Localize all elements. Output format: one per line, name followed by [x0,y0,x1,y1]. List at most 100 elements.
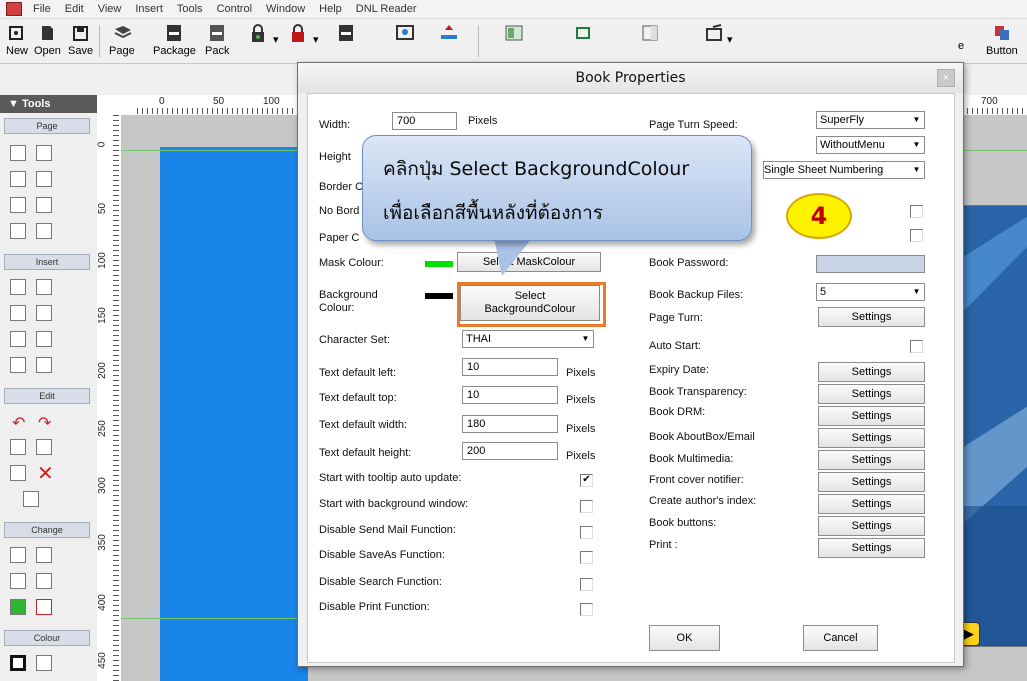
close-icon[interactable]: × [937,69,955,87]
book-multimedia-settings-button[interactable]: Settings [818,450,925,470]
menu-dnl-reader[interactable]: DNL Reader [349,3,424,15]
tooltip-update-checkbox[interactable]: ✔ [580,474,593,487]
pointer-icon[interactable] [10,465,26,481]
front-cover-settings-button[interactable]: Settings [818,472,925,492]
cancel-button[interactable]: Cancel [803,625,878,651]
auto-start-checkbox[interactable] [910,340,923,353]
table-icon[interactable] [36,331,52,347]
text-link-icon[interactable] [36,357,52,373]
page-turn-speed-select[interactable]: SuperFly ▼ [816,111,925,129]
background-window-checkbox[interactable] [580,500,593,513]
pack-button[interactable]: Pack [205,21,229,57]
option-checkbox-2[interactable] [910,229,923,242]
upload-button[interactable] [438,21,458,45]
pages-icon[interactable] [36,223,52,239]
page-turn-settings-button[interactable]: Settings [818,307,925,327]
package-button[interactable]: Package [153,21,196,57]
border-colour-icon[interactable] [10,655,26,671]
section-edit[interactable]: Edit [4,388,90,404]
redo-icon[interactable]: ↷ [38,413,51,433]
fill-green-icon[interactable] [10,599,26,615]
text-tool-icon[interactable] [36,305,52,321]
menu-mode-select[interactable]: WithoutMenu ▼ [816,136,925,154]
character-set-select[interactable]: THAI ▼ [462,330,594,348]
undo-icon[interactable]: ↶ [12,413,25,433]
layers-icon[interactable] [23,491,39,507]
import-icon[interactable] [10,223,26,239]
save-button[interactable]: Save [68,21,93,57]
zoom-out-icon[interactable] [36,145,52,161]
image-button[interactable] [394,21,414,45]
book-transparency-settings-button[interactable]: Settings [818,384,925,404]
menu-edit[interactable]: Edit [58,3,91,15]
text-height-input[interactable]: 200 [462,442,558,460]
stretch-icon[interactable] [36,547,52,563]
edit-doc-dropdown[interactable]: ▾ [727,33,733,46]
copy-page-icon[interactable] [36,171,52,187]
menu-insert[interactable]: Insert [128,3,170,15]
book-package-button[interactable] [336,21,356,45]
e-button[interactable]: e [958,40,964,52]
text-width-input[interactable]: 180 [462,415,558,433]
rectangle-icon[interactable] [10,279,26,295]
lock-dropdown-1[interactable]: ▾ [273,33,279,46]
hotspot-icon[interactable] [10,357,26,373]
menu-tools[interactable]: Tools [170,3,210,15]
undo-page-icon[interactable] [10,197,26,213]
new-button[interactable]: New [6,21,28,57]
tools-panel-title[interactable]: ▼ Tools [0,95,97,113]
disable-saveas-checkbox[interactable] [580,551,593,564]
insert-image-icon[interactable] [36,279,52,295]
disable-send-mail-checkbox[interactable] [580,526,593,539]
book-drm-settings-button[interactable]: Settings [818,406,925,426]
resize-icon[interactable] [10,547,26,563]
text-top-input[interactable]: 10 [462,386,558,404]
align-top-icon[interactable] [36,573,52,589]
layout-button[interactable] [504,21,524,45]
menu-control[interactable]: Control [210,3,259,15]
book-buttons-settings-button[interactable]: Settings [818,516,925,536]
open-button[interactable]: Open [34,21,61,57]
book-backup-select[interactable]: 5 ▼ [816,283,925,301]
option-checkbox-1[interactable] [910,205,923,218]
disable-search-checkbox[interactable] [580,578,593,591]
move-icon[interactable] [36,599,52,615]
print-settings-button[interactable]: Settings [818,538,925,558]
edit-doc-button[interactable] [704,21,724,45]
button-button[interactable]: Button [986,21,1018,57]
next-icon[interactable] [10,171,26,187]
refresh-button[interactable] [573,21,593,45]
text-box-icon[interactable] [10,305,26,321]
section-page[interactable]: Page [4,118,90,134]
distribute-icon[interactable] [10,573,26,589]
pattern-icon[interactable] [36,655,52,671]
expiry-date-settings-button[interactable]: Settings [818,362,925,382]
text-left-input[interactable]: 10 [462,358,558,376]
lock-green-button[interactable] [248,21,268,45]
page-button[interactable]: Page [109,21,135,57]
menu-file[interactable]: File [26,3,58,15]
book-aboutbox-settings-button[interactable]: Settings [818,428,925,448]
paste-icon[interactable] [36,439,52,455]
lock-dropdown-2[interactable]: ▾ [313,33,319,46]
menu-window[interactable]: Window [259,3,312,15]
lock-red-button[interactable] [288,21,308,45]
ok-button[interactable]: OK [649,625,720,651]
menu-view[interactable]: View [91,3,129,15]
panel-button[interactable] [640,21,660,45]
author-index-settings-button[interactable]: Settings [818,494,925,514]
book-page-preview[interactable] [160,147,308,681]
menu-help[interactable]: Help [312,3,349,15]
delete-icon[interactable]: ✕ [37,461,54,486]
align-icon[interactable] [10,331,26,347]
page-numbering-select[interactable]: Single Sheet Numbering ▼ [763,161,925,179]
book-password-input[interactable] [816,255,925,273]
disable-print-checkbox[interactable] [580,603,593,616]
zoom-in-icon[interactable] [10,145,26,161]
cut-icon[interactable] [10,439,26,455]
delete-page-icon[interactable] [36,197,52,213]
section-colour[interactable]: Colour [4,630,90,646]
section-change[interactable]: Change [4,522,90,538]
section-insert[interactable]: Insert [4,254,90,270]
width-input[interactable]: 700 [392,112,457,130]
